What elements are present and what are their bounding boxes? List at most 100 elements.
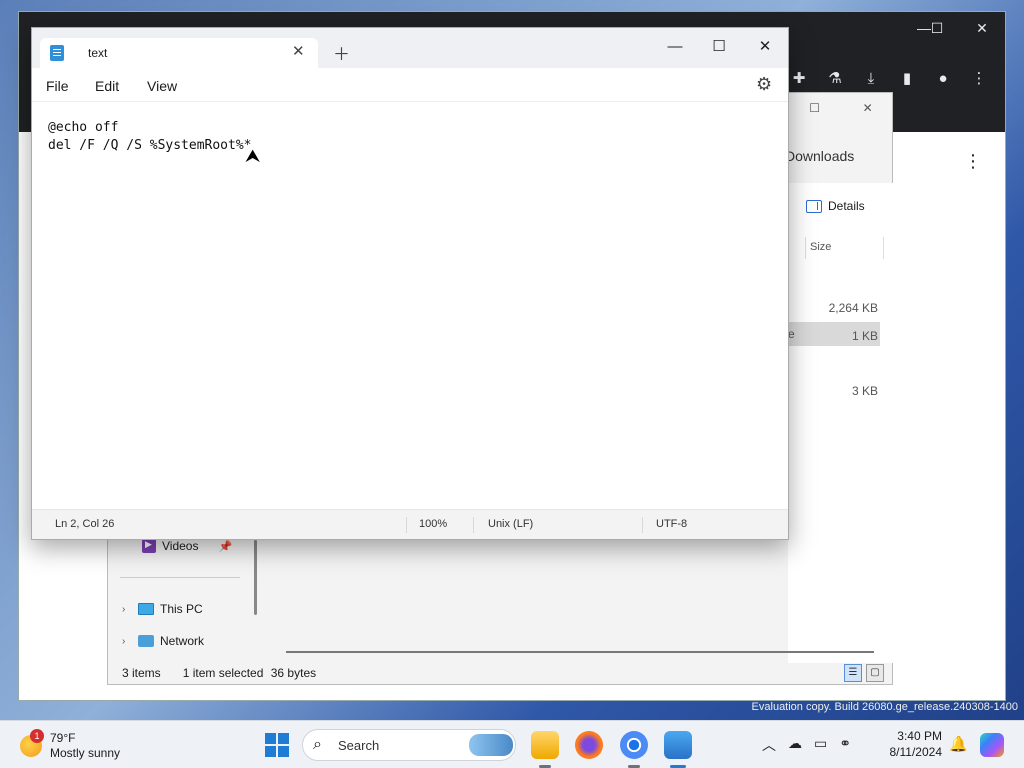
file-explorer-taskbar-icon[interactable] — [531, 731, 559, 759]
status-size: 36 bytes — [270, 666, 317, 680]
status-item-count: 3 items — [122, 666, 161, 680]
cursor-position: Ln 2, Col 26 — [55, 518, 115, 530]
search-highlight-icon — [469, 734, 513, 756]
notepad-titlebar: text ✕ ＋ — ☐ ✕ — [32, 28, 788, 68]
text-editor[interactable]: @echo off del /F /Q /S %SystemRoot%* — [32, 103, 788, 509]
chevron-up-icon[interactable]: ︿ — [762, 735, 776, 755]
network-status-icon[interactable]: ⚭ — [839, 735, 851, 755]
search-label: Search — [338, 738, 380, 753]
column-divider[interactable] — [883, 237, 884, 259]
line-ending[interactable]: Unix (LF) — [488, 518, 533, 530]
notepad-taskbar-icon[interactable] — [664, 731, 692, 759]
details-button[interactable]: Details — [806, 199, 865, 213]
nav-divider — [120, 577, 240, 578]
status-divider — [642, 517, 643, 533]
browser-maximize-button[interactable]: ☐ — [922, 20, 952, 37]
taskbar: 1 79°F Mostly sunny ⌕ Search ︿ ☁ ▭ ⚭ 3:4… — [0, 720, 1024, 768]
menu-icon[interactable]: ⋮ — [967, 67, 991, 91]
browser-toolbar: ✚ ⚗ ⤓ ▮ ● ⋮ — [779, 64, 1007, 94]
nav-item-videos[interactable]: Videos 📌 — [142, 539, 232, 553]
encoding[interactable]: UTF-8 — [656, 518, 687, 530]
file-size-cell: 1 KB — [851, 329, 878, 343]
notepad-menubar: File Edit View ⚙ — [32, 68, 788, 102]
nav-scrollbar[interactable] — [254, 540, 257, 615]
status-selected: 1 item selected — [182, 666, 264, 680]
nav-item-this-pc[interactable]: › This PC — [122, 602, 203, 616]
editor-line: del /F /Q /S %SystemRoot%* — [48, 138, 252, 153]
notification-badge: 1 — [30, 729, 44, 743]
system-tray: ︿ ☁ ▭ ⚭ — [762, 735, 851, 755]
sidebar-icon[interactable]: ▮ — [895, 67, 919, 91]
tab-title: text — [88, 46, 108, 60]
extensions-icon[interactable]: ✚ — [787, 67, 811, 91]
browser-close-button[interactable]: ✕ — [967, 20, 997, 37]
minimize-button[interactable]: — — [652, 32, 698, 62]
notepad-icon — [50, 45, 64, 61]
notepad-status-bar: Ln 2, Col 26 100% Unix (LF) UTF-8 — [32, 509, 788, 539]
cloud-offline-icon[interactable]: ☁ — [788, 735, 802, 755]
profile-icon[interactable]: ● — [931, 67, 955, 91]
explorer-close-button[interactable]: ✕ — [863, 101, 873, 115]
mouse-cursor-icon: ⮝ — [245, 146, 261, 166]
network-icon — [138, 635, 154, 647]
zoom-level[interactable]: 100% — [419, 518, 447, 530]
firefox-taskbar-icon[interactable] — [575, 731, 603, 759]
details-view-icon[interactable]: ☰ — [844, 664, 862, 682]
search-icon: ⌕ — [313, 736, 322, 753]
display-icon[interactable]: ▭ — [814, 735, 827, 755]
horizontal-scrollbar[interactable] — [286, 651, 874, 653]
menu-file[interactable]: File — [46, 78, 69, 94]
column-divider[interactable] — [805, 237, 806, 259]
weather-widget[interactable]: 1 79°F Mostly sunny — [20, 729, 121, 761]
close-tab-icon[interactable]: ✕ — [292, 42, 305, 60]
nav-item-network[interactable]: › Network — [122, 634, 204, 648]
clock[interactable]: 3:40 PM 8/11/2024 — [882, 728, 943, 760]
size-column-header[interactable]: Size — [810, 241, 831, 253]
explorer-window-controls: ☐ ✕ — [788, 93, 894, 123]
labs-icon[interactable]: ⚗ — [823, 67, 847, 91]
maximize-button[interactable]: ☐ — [696, 32, 742, 62]
menu-edit[interactable]: Edit — [95, 78, 119, 94]
explorer-maximize-button[interactable]: ☐ — [809, 101, 820, 115]
menu-view[interactable]: View — [147, 78, 177, 94]
close-button[interactable]: ✕ — [742, 32, 788, 62]
nav-item-label: Videos — [162, 539, 199, 553]
new-tab-icon[interactable]: ＋ — [333, 40, 350, 65]
nav-item-label: Network — [160, 634, 205, 648]
explorer-status-bar: 3 items 1 item selected 36 bytes — [122, 666, 316, 680]
weather-temperature: 79°F — [50, 731, 76, 745]
chevron-right-icon[interactable]: › — [122, 636, 132, 647]
chrome-taskbar-icon[interactable] — [620, 731, 648, 759]
taskbar-search[interactable]: ⌕ Search — [302, 729, 516, 761]
notepad-tab[interactable]: text ✕ — [40, 38, 318, 68]
notepad-window: text ✕ ＋ — ☐ ✕ File Edit View ⚙ @echo of… — [31, 27, 789, 540]
windows-logo-icon — [265, 733, 276, 744]
status-divider — [473, 517, 474, 533]
bell-icon[interactable]: 🔔 — [949, 735, 968, 753]
pin-icon[interactable]: 📌 — [218, 540, 232, 553]
explorer-file-list — [788, 183, 894, 663]
weather-description: Mostly sunny — [50, 746, 121, 760]
editor-line: @echo off — [48, 120, 119, 135]
selected-file-name: e — [788, 327, 795, 341]
tiles-view-icon[interactable]: ▢ — [866, 664, 884, 682]
copilot-icon[interactable] — [980, 733, 1004, 757]
gear-icon[interactable]: ⚙ — [756, 74, 772, 95]
clock-date: 8/11/2024 — [889, 745, 943, 759]
evaluation-watermark: Evaluation copy. Build 26080.ge_release.… — [751, 701, 1018, 713]
chevron-right-icon[interactable]: › — [122, 604, 132, 615]
details-label: Details — [828, 199, 865, 213]
details-pane-icon — [806, 199, 822, 213]
computer-icon — [138, 603, 154, 615]
videos-folder-icon — [142, 539, 156, 553]
nav-item-label: This PC — [160, 602, 203, 616]
file-size-cell: 3 KB — [851, 384, 878, 398]
page-kebab-icon[interactable]: ⋮ — [964, 151, 982, 172]
status-divider — [406, 517, 407, 533]
explorer-location[interactable]: Downloads — [785, 148, 854, 164]
view-toggle: ☰ ▢ — [844, 664, 884, 682]
clock-time: 3:40 PM — [897, 729, 942, 743]
download-icon[interactable]: ⤓ — [859, 67, 883, 91]
start-button[interactable] — [265, 733, 289, 757]
file-size-cell: 2,264 KB — [828, 301, 878, 315]
